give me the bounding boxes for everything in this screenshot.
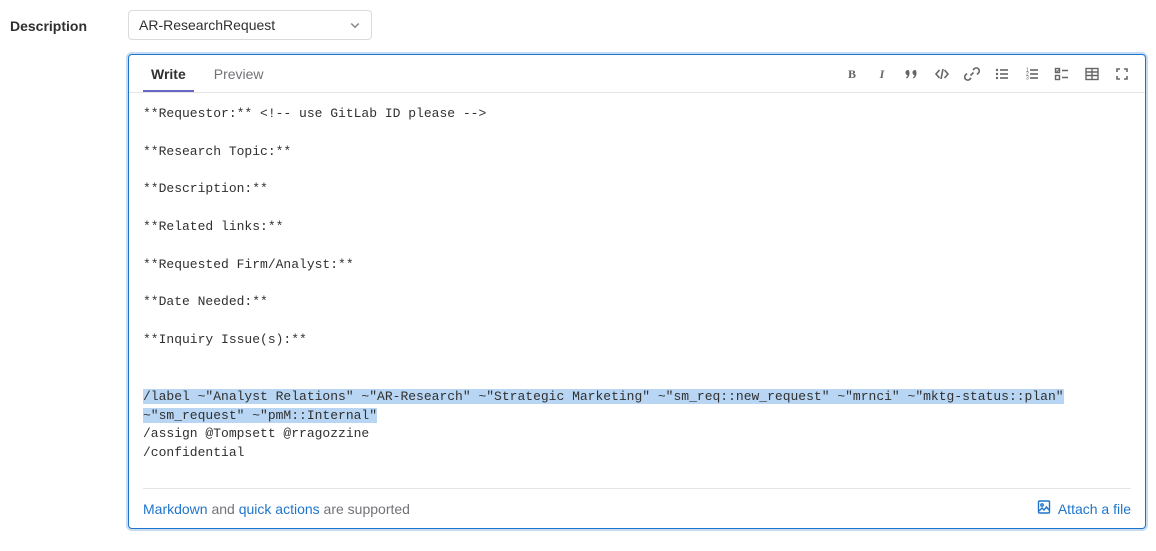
footer-text: and: [208, 501, 239, 517]
blockquote-button[interactable]: [899, 61, 925, 87]
editor-line: **Research Topic:**: [143, 144, 291, 159]
markdown-help-link[interactable]: Markdown: [143, 501, 208, 517]
template-dropdown[interactable]: AR-ResearchRequest: [128, 10, 372, 40]
description-textarea[interactable]: **Requestor:** <!-- use GitLab ID please…: [129, 93, 1145, 488]
editor-line: **Date Needed:**: [143, 294, 268, 309]
editor-line: /assign @Tompsett @rragozzine: [143, 426, 369, 441]
editor-line-selected: /label ~"Analyst Relations" ~"AR-Researc…: [143, 389, 1064, 404]
description-field-label: Description: [10, 10, 128, 34]
attach-file-icon: [1036, 499, 1052, 518]
table-button[interactable]: [1079, 61, 1105, 87]
description-editor: Write Preview B I: [128, 54, 1146, 529]
editor-line: **Requested Firm/Analyst:**: [143, 257, 354, 272]
template-dropdown-value: AR-ResearchRequest: [139, 17, 275, 33]
quick-actions-help-link[interactable]: quick actions: [239, 501, 320, 517]
editor-line: **Requestor:** <!-- use GitLab ID please…: [143, 106, 486, 121]
italic-button[interactable]: I: [869, 61, 895, 87]
code-button[interactable]: [929, 61, 955, 87]
editor-tabbar: Write Preview B I: [129, 55, 1145, 93]
svg-text:I: I: [879, 67, 886, 81]
attach-file-label: Attach a file: [1058, 501, 1131, 517]
editor-line: **Inquiry Issue(s):**: [143, 332, 307, 347]
link-button[interactable]: [959, 61, 985, 87]
footer-text: are supported: [320, 501, 410, 517]
fullscreen-button[interactable]: [1109, 61, 1135, 87]
editor-line: **Description:**: [143, 181, 268, 196]
editor-line-selected: ~"sm_request" ~"pmM::Internal": [143, 408, 377, 423]
bullet-list-button[interactable]: [989, 61, 1015, 87]
editor-footer: Markdown and quick actions are supported…: [129, 489, 1145, 528]
tab-preview[interactable]: Preview: [206, 55, 272, 92]
task-list-button[interactable]: [1049, 61, 1075, 87]
editor-line: **Related links:**: [143, 219, 283, 234]
svg-text:3: 3: [1026, 75, 1029, 81]
numbered-list-button[interactable]: 123: [1019, 61, 1045, 87]
svg-text:B: B: [848, 67, 856, 81]
chevron-down-icon: [349, 19, 361, 31]
tab-write[interactable]: Write: [143, 55, 194, 92]
editor-line: /confidential: [143, 445, 244, 460]
attach-file-button[interactable]: Attach a file: [1036, 499, 1131, 518]
editor-toolbar: B I: [839, 61, 1137, 87]
bold-button[interactable]: B: [839, 61, 865, 87]
